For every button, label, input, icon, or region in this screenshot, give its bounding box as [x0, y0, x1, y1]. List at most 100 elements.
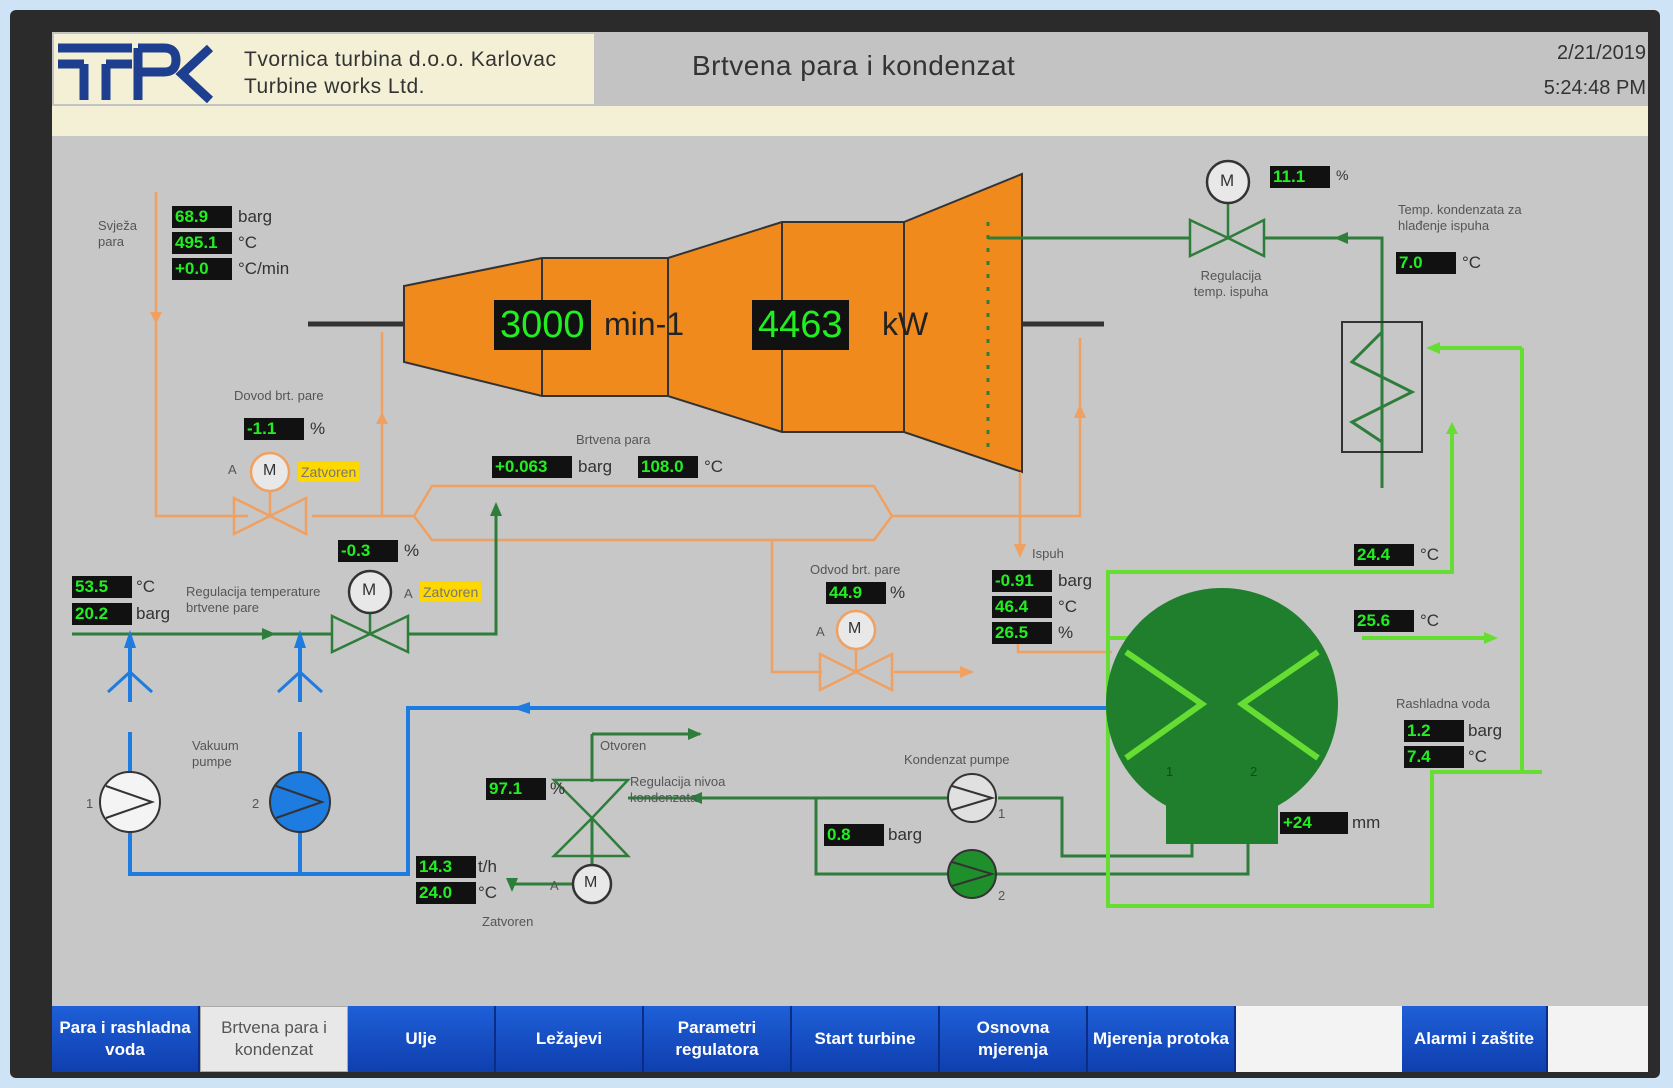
level-reg-unit: % [550, 779, 566, 798]
seal-discharge-label: Odvod brt. pare [810, 562, 901, 577]
seal-supply-status-badge: Zatvoren [298, 462, 360, 482]
seal-discharge-unit: % [890, 583, 906, 602]
cooling-water-out-temp-2: 25.6 [1354, 610, 1414, 632]
seal-temp-reg-label: Regulacija temperature brtvene pare [186, 584, 321, 615]
level-reg-closed-status: Zatvoren [482, 914, 534, 929]
exhaust-pressure: -0.91 [992, 570, 1052, 592]
level-reg-value[interactable]: 97.1 [486, 778, 546, 800]
fresh-steam-rate: +0.0 [172, 258, 232, 280]
nav-button-start-turbine[interactable]: Start turbine [792, 1006, 940, 1072]
seal-steam-pressure-unit: barg [578, 457, 613, 476]
exhaust-valve-motor-label: M [1220, 171, 1235, 190]
fresh-steam-pressure: 68.9 [172, 206, 232, 228]
seal-discharge-value[interactable]: 44.9 [826, 582, 886, 604]
nav-button-lezajevi[interactable]: Ležajevi [496, 1006, 644, 1072]
fresh-steam-temp-unit: °C [238, 233, 258, 252]
seal-supply-value[interactable]: -1.1 [244, 418, 304, 440]
cond-pumps-pressure: 0.8 [824, 824, 884, 846]
fresh-steam-pressure-unit: barg [238, 207, 273, 226]
turbine-power: 4463 [752, 300, 849, 350]
seal-supply-motor-label: M [263, 462, 277, 479]
fresh-steam-label: Svježa para [98, 218, 138, 249]
nav-button-osnovna-mjerenja[interactable]: Osnovna mjerenja [940, 1006, 1088, 1072]
cooling-water-temp-unit: °C [1468, 747, 1488, 766]
nav-button-alarmi-zastite[interactable]: Alarmi i zaštite [1402, 1006, 1548, 1072]
vacuum-pump-2-icon [269, 771, 331, 833]
bottom-navigation: Para i rashladna voda Brtvena para i kon… [52, 1006, 1648, 1072]
vacuum-pumps-label: Vakuum pumpe [192, 738, 239, 769]
seal-temp-reg-temp: 53.5 [72, 576, 132, 598]
level-reg-temp: 24.0 [416, 882, 476, 904]
seal-temp-reg-status-badge: Zatvoren [420, 582, 482, 602]
seal-temp-reg-pressure-unit: barg [136, 604, 171, 623]
process-diagram [72, 159, 1542, 908]
level-reg-open-status: Otvoren [600, 738, 647, 753]
cond-pump-2-number: 2 [998, 888, 1006, 903]
cond-temp-cooling-unit: °C [1462, 253, 1482, 272]
vacuum-pump-2-number: 2 [252, 796, 260, 811]
seal-steam-label: Brtvena para [576, 432, 651, 447]
exhaust-pct: 26.5 [992, 622, 1052, 644]
cond-pumps-pressure-unit: barg [888, 825, 923, 844]
turbine-speed: 3000 [494, 300, 591, 350]
seal-temp-reg-unit: % [404, 541, 420, 560]
cooling-water-label: Rashladna voda [1396, 696, 1490, 711]
exhaust-label: Ispuh [1032, 546, 1064, 561]
seal-steam-temp: 108.0 [638, 456, 698, 478]
seal-supply-unit: % [310, 419, 326, 438]
level-reg-temp-unit: °C [478, 883, 498, 902]
fresh-steam-rate-unit: °C/min [238, 259, 290, 278]
cond-temp-cooling-value: 7.0 [1396, 252, 1456, 274]
seal-temp-reg-value[interactable]: -0.3 [338, 540, 398, 562]
condenser-level: +24 [1280, 812, 1348, 834]
seal-temp-reg-mode: A [404, 586, 413, 601]
cooling-water-out-temp-1-unit: °C [1420, 545, 1440, 564]
condenser-side-2: 2 [1250, 764, 1258, 779]
nav-button-parametri-regulatora[interactable]: Parametri regulatora [644, 1006, 792, 1072]
exhaust-temp-reg-label: Regulacija temp. ispuha [1193, 268, 1269, 299]
cond-pump-2-icon [947, 849, 997, 899]
exhaust-temp: 46.4 [992, 596, 1052, 618]
turbine-speed-unit: min-1 [604, 306, 685, 342]
exhaust-temp-reg-value[interactable]: 11.1 [1270, 166, 1330, 188]
seal-discharge-motor-label: M [848, 620, 862, 637]
seal-discharge-mode: A [816, 624, 825, 639]
seal-temp-reg-temp-unit: °C [136, 577, 156, 596]
seal-temp-motor-label: M [362, 580, 377, 599]
fresh-steam-temp: 495.1 [172, 232, 232, 254]
seal-steam-temp-unit: °C [704, 457, 724, 476]
cond-pump-1-number: 1 [998, 806, 1006, 821]
seal-steam-pressure: +0.063 [492, 456, 572, 478]
seal-supply-label: Dovod brt. pare [234, 388, 324, 403]
nav-button-para-rashladna-voda[interactable]: Para i rashladna voda [52, 1006, 200, 1072]
cooling-water-pressure-unit: barg [1468, 721, 1503, 740]
exhaust-temp-reg-unit: % [1336, 167, 1349, 183]
turbine-power-unit: kW [882, 306, 929, 342]
seal-temp-reg-pressure: 20.2 [72, 603, 132, 625]
cooling-water-out-temp-1: 24.4 [1354, 544, 1414, 566]
nav-button-mjerenja-protoka[interactable]: Mjerenja protoka [1088, 1006, 1236, 1072]
condenser [1106, 588, 1338, 844]
condenser-side-1: 1 [1166, 764, 1174, 779]
cond-temp-cooling-label: Temp. kondenzata za hlađenje ispuha [1398, 202, 1522, 233]
cooling-water-temp: 7.4 [1404, 746, 1464, 768]
nav-button-brtvena-para-kondenzat[interactable]: Brtvena para i kondenzat [200, 1006, 348, 1072]
level-reg-flow-unit: t/h [478, 857, 497, 876]
cooling-water-out-temp-2-unit: °C [1420, 611, 1440, 630]
level-reg-label: Regulacija nivoa kondenzata [630, 774, 726, 805]
cond-pumps-label: Kondenzat pumpe [904, 752, 1010, 767]
cooling-water-pressure: 1.2 [1404, 720, 1464, 742]
vacuum-pump-1-icon [99, 771, 161, 833]
exhaust-pct-unit: % [1058, 623, 1074, 642]
condenser-level-unit: mm [1352, 813, 1381, 832]
exhaust-temp-unit: °C [1058, 597, 1078, 616]
seal-supply-mode: A [228, 462, 237, 477]
hmi-screen: Tvornica turbina d.o.o. Karlovac Turbine… [52, 32, 1648, 1072]
level-reg-flow: 14.3 [416, 856, 476, 878]
nav-button-ulje[interactable]: Ulje [348, 1006, 496, 1072]
vacuum-pump-1-number: 1 [86, 796, 94, 811]
exhaust-pressure-unit: barg [1058, 571, 1093, 590]
cond-pump-1-icon [947, 773, 997, 823]
level-reg-mode: A [550, 878, 559, 893]
level-valve-motor-label: M [584, 874, 598, 891]
